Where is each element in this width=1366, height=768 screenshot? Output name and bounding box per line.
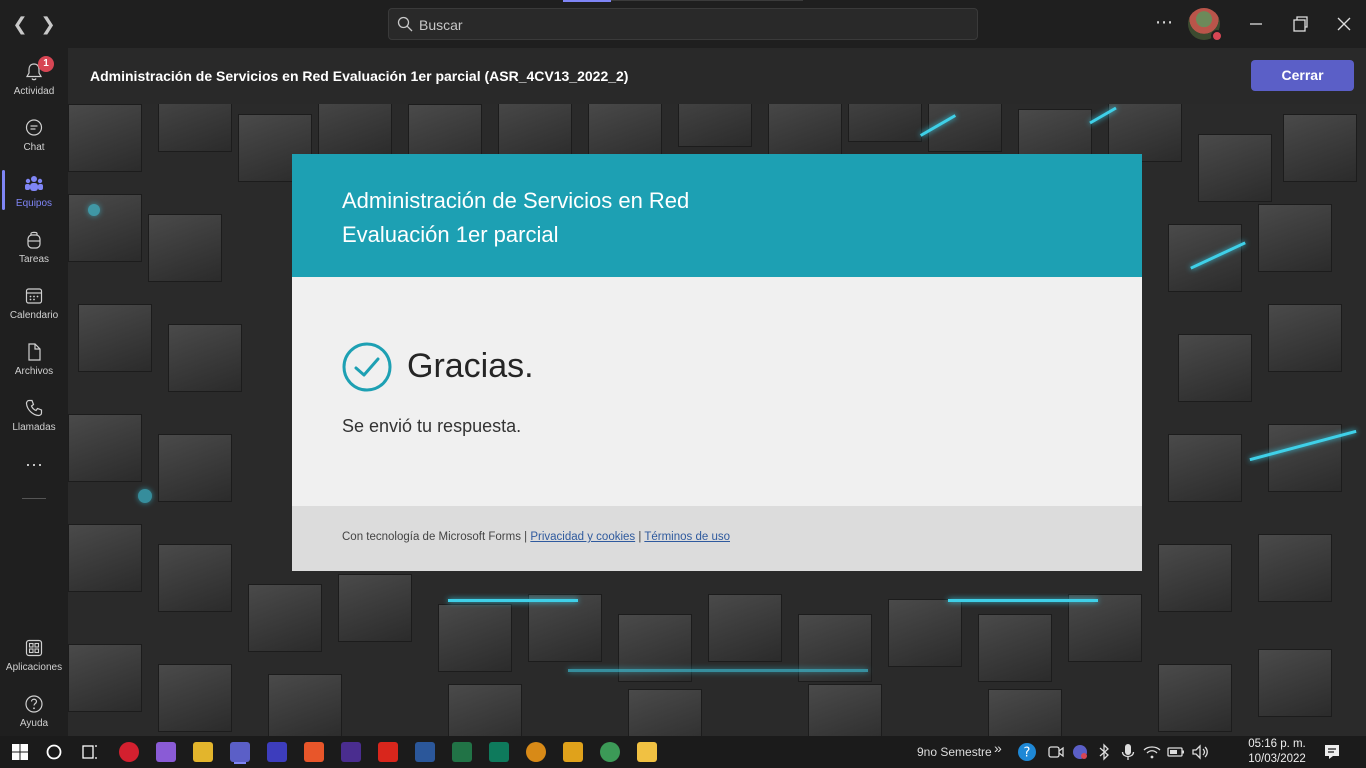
sidebar-item-label: Aplicaciones bbox=[5, 662, 63, 673]
opera-icon[interactable] bbox=[119, 742, 139, 762]
sidebar-item-tareas[interactable]: Tareas bbox=[0, 220, 68, 276]
sidebar-item-label: Equipos bbox=[15, 198, 53, 209]
battery-icon[interactable] bbox=[1166, 742, 1186, 762]
title-bar: ❮ ❯ Buscar ⋯ bbox=[0, 0, 1366, 48]
sidebar-item-actividad[interactable]: 1 Actividad bbox=[0, 52, 68, 108]
svg-text:?: ? bbox=[1024, 746, 1031, 761]
sidebar-item-label: Llamadas bbox=[12, 422, 56, 433]
sidebar-item-ayuda[interactable]: Ayuda bbox=[0, 684, 68, 740]
visual-studio-icon[interactable] bbox=[156, 742, 176, 762]
more-options-icon[interactable]: ⋯ bbox=[1152, 12, 1176, 36]
file-icon bbox=[28, 343, 41, 361]
sidebar-item-label: Calendario bbox=[9, 310, 59, 321]
app-icon[interactable] bbox=[341, 742, 361, 762]
meet-icon[interactable] bbox=[1046, 742, 1066, 762]
toolbar-folder-label[interactable]: 9no Semestre bbox=[917, 745, 992, 759]
search-icon bbox=[397, 16, 413, 32]
acrobat-icon[interactable] bbox=[378, 742, 398, 762]
form-title-line2: Evaluación 1er parcial bbox=[342, 222, 559, 247]
app-icon[interactable] bbox=[193, 742, 213, 762]
sidebar-item-label: Chat bbox=[23, 142, 45, 153]
page-title: Administración de Servicios en Red Evalu… bbox=[90, 68, 629, 84]
sidebar-divider bbox=[22, 498, 46, 499]
teams-icon bbox=[25, 176, 43, 191]
more-apps-icon[interactable]: ··· bbox=[0, 454, 68, 475]
task-view-icon[interactable] bbox=[80, 742, 100, 762]
app-icon[interactable] bbox=[526, 742, 546, 762]
clock[interactable]: 05:16 p. m. 10/03/2022 bbox=[1246, 737, 1308, 767]
app-icon[interactable] bbox=[267, 742, 287, 762]
powered-by-text: Con tecnología de Microsoft Forms | bbox=[342, 531, 531, 543]
form-title-line1: Administración de Servicios en Red bbox=[342, 188, 690, 213]
teams-taskbar-icon[interactable] bbox=[230, 742, 250, 762]
apps-icon bbox=[25, 639, 43, 657]
calendar-icon bbox=[25, 288, 43, 304]
taskbar: 9no Semestre » ? 05:16 p. m. 10/03/2022 bbox=[0, 736, 1366, 768]
microphone-icon[interactable] bbox=[1118, 742, 1138, 762]
search-circle-icon[interactable] bbox=[44, 742, 64, 762]
project-icon[interactable] bbox=[489, 742, 509, 762]
app-bar: 1 Actividad Chat Equipos Tareas Calendar… bbox=[0, 48, 68, 736]
back-icon[interactable]: ❮ bbox=[8, 12, 32, 36]
app-icon[interactable] bbox=[304, 742, 324, 762]
search-placeholder: Buscar bbox=[419, 17, 463, 33]
check-circle-icon bbox=[342, 342, 392, 392]
app-icon[interactable] bbox=[563, 742, 583, 762]
privacy-link[interactable]: Privacidad y cookies bbox=[530, 531, 635, 543]
clock-date: 10/03/2022 bbox=[1248, 753, 1306, 765]
form-body: Gracias. Se envió tu respuesta. bbox=[292, 277, 1142, 506]
chevrons-icon[interactable]: » bbox=[994, 740, 1002, 756]
volume-icon[interactable] bbox=[1190, 742, 1210, 762]
close-window-icon[interactable] bbox=[1332, 12, 1356, 36]
file-explorer-icon[interactable] bbox=[637, 742, 657, 762]
activity-badge: 1 bbox=[38, 56, 54, 72]
sidebar-item-equipos[interactable]: Equipos bbox=[0, 164, 68, 220]
page-header: Administración de Servicios en Red Evalu… bbox=[68, 48, 1366, 104]
restore-icon[interactable] bbox=[1288, 12, 1312, 36]
status-busy-icon bbox=[1211, 30, 1223, 42]
sidebar-item-llamadas[interactable]: Llamadas bbox=[0, 388, 68, 444]
submitted-message: Se envió tu respuesta. bbox=[342, 416, 522, 436]
tab-divider bbox=[611, 0, 803, 1]
clock-time: 05:16 p. m. bbox=[1248, 738, 1306, 750]
windows-start-icon[interactable] bbox=[10, 742, 30, 762]
form-footer: Con tecnología de Microsoft Forms | Priv… bbox=[292, 506, 1142, 571]
sidebar-item-label: Archivos bbox=[14, 366, 54, 377]
sidebar-item-aplicaciones[interactable]: Aplicaciones bbox=[0, 628, 68, 684]
bluetooth-icon[interactable] bbox=[1094, 742, 1114, 762]
help-icon bbox=[25, 695, 43, 713]
notifications-icon[interactable] bbox=[1322, 742, 1342, 762]
form-header: Administración de Servicios en Red Evalu… bbox=[292, 154, 1142, 277]
phone-icon bbox=[25, 399, 43, 417]
sidebar-item-archivos[interactable]: Archivos bbox=[0, 332, 68, 388]
forward-icon[interactable]: ❯ bbox=[36, 12, 60, 36]
footer-separator: | bbox=[635, 531, 645, 543]
sidebar-item-label: Tareas bbox=[18, 254, 49, 265]
footer-text: Con tecnología de Microsoft Forms | Priv… bbox=[342, 531, 730, 543]
sidebar-item-calendario[interactable]: Calendario bbox=[0, 276, 68, 332]
help-question-icon[interactable]: ? bbox=[1017, 742, 1037, 762]
avatar[interactable] bbox=[1188, 8, 1223, 42]
search-input[interactable]: Buscar bbox=[388, 8, 978, 40]
terms-link[interactable]: Términos de uso bbox=[644, 531, 730, 543]
app-icon[interactable] bbox=[600, 742, 620, 762]
excel-icon[interactable] bbox=[452, 742, 472, 762]
tab-accent bbox=[563, 0, 611, 2]
close-button[interactable]: Cerrar bbox=[1251, 60, 1354, 91]
sidebar-item-label: Actividad bbox=[13, 86, 55, 97]
chat-icon bbox=[25, 119, 43, 136]
minimize-icon[interactable] bbox=[1244, 12, 1268, 36]
word-icon[interactable] bbox=[415, 742, 435, 762]
sidebar-item-chat[interactable]: Chat bbox=[0, 108, 68, 164]
thanks-heading: Gracias. bbox=[407, 347, 534, 385]
wifi-icon[interactable] bbox=[1142, 742, 1162, 762]
forms-card: Administración de Servicios en Red Evalu… bbox=[292, 154, 1142, 571]
backpack-icon bbox=[27, 231, 41, 249]
teams-tray-icon[interactable] bbox=[1070, 742, 1090, 762]
sidebar-item-label: Ayuda bbox=[19, 718, 49, 729]
